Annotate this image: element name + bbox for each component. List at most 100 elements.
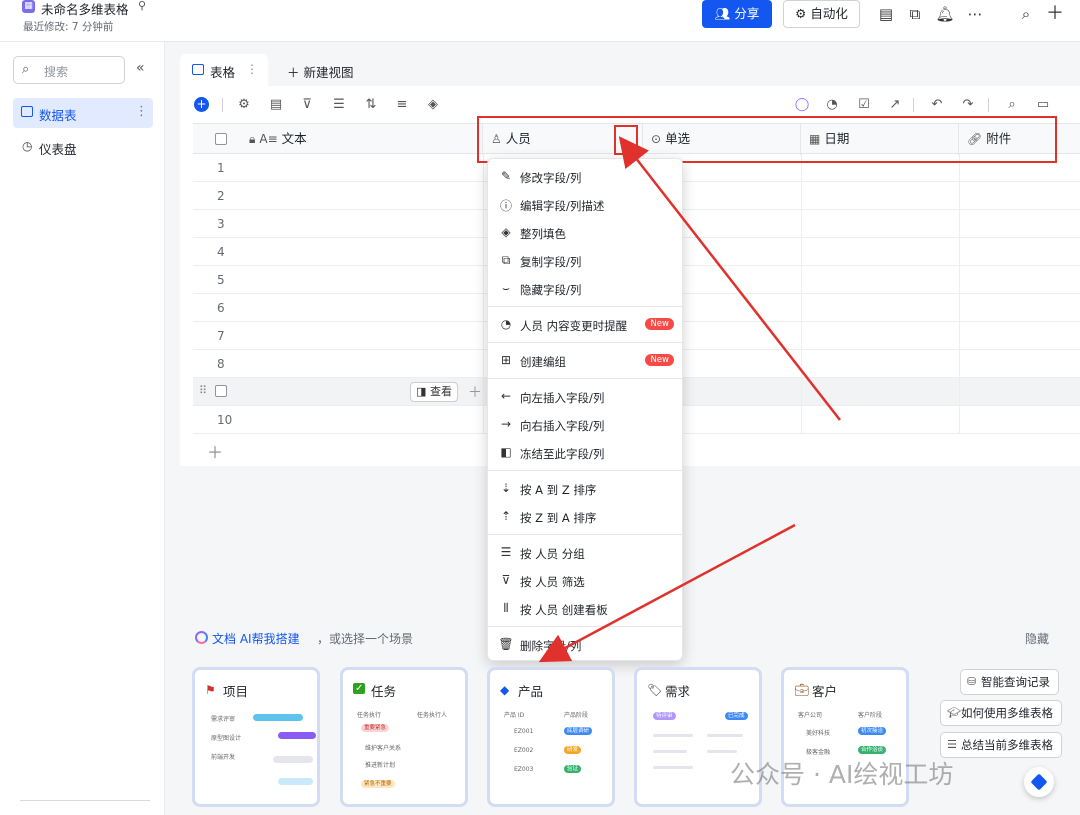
share-button[interactable]: 👥︎ 分享 [702,0,772,28]
divider [222,98,223,112]
new-view-button[interactable]: ＋ 新建视图 [287,62,354,81]
form-icon[interactable]: ☑ [855,96,873,114]
preview-text: 客户阶段 [858,712,883,719]
menu-item-hide-field[interactable]: ⌣ 隐藏字段/列 [488,275,684,303]
redo-icon[interactable]: ↷ [959,96,977,114]
automation-button[interactable]: ⚙︎ 自动化 [783,0,860,28]
project-preview: 需求评审 原型图设计 前端开发 [203,708,316,798]
sidebar-item-datasheet[interactable]: 数据表 ⋮ [13,98,153,128]
ai-logo-icon [195,631,208,644]
menu-item-fill-column[interactable]: ◈ 整列填色 [488,219,684,247]
ai-assistant-fab[interactable] [1024,767,1054,797]
kanban-icon: ⫴ [503,601,509,615]
menu-item-freeze[interactable]: ◧ 冻结至此字段/列 [488,439,684,467]
hide-scenarios-link[interactable]: 隐藏 [1025,630,1049,647]
reminder-icon: ◔ [500,317,512,331]
add-row-below-icon[interactable]: ＋ [468,382,482,402]
search-records-icon[interactable]: ⌕ [1003,96,1021,114]
menu-item-label: 隐藏字段/列 [520,283,582,297]
menu-item-sort-asc[interactable]: ⇣ 按 A 到 Z 排序 [488,475,684,503]
menu-item-change-reminder[interactable]: ◔ 人员 内容变更时提醒 New [488,311,684,339]
add-row-icon[interactable]: ＋ [207,439,223,463]
menu-item-delete-field[interactable]: 🗑︎ 删除字段/列 [488,631,684,659]
bell-icon[interactable]: 🔔︎ [935,4,955,24]
more-icon[interactable]: ⋯ [965,4,985,24]
fill-color-icon[interactable]: ◈ [424,96,442,114]
pin-icon[interactable]: ⚲ [138,0,146,12]
ai-icon[interactable]: ◯ [793,96,811,114]
select-all-checkbox[interactable] [215,133,227,145]
row-checkbox[interactable] [215,385,227,397]
menu-item-edit-field[interactable]: ✎ 修改字段/列 [488,163,684,191]
comment-icon[interactable]: ▭ [1034,96,1052,114]
sidebar-item-dashboard[interactable]: ◷ 仪表盘 [13,132,153,162]
preview-badge: 研发 [564,746,582,754]
scenario-card-product[interactable]: ◆ 产品 产品 ID 产品阶段 EZ001 EZ002 EZ003 底层调研 研… [487,667,615,807]
menu-item-filter-by[interactable]: ⊽ 按 人员 筛选 [488,567,684,595]
group-icon[interactable]: ☰ [330,96,348,114]
column-header-text[interactable]: 🔒︎ A≡ 文本 [243,124,483,155]
how-to-use-button[interactable]: 🎓︎ 如何使用多维表格 [940,700,1062,726]
sidebar: ⌕ 搜索 « 数据表 ⋮ ◷ 仪表盘 [0,42,165,815]
sidebar-search[interactable]: ⌕ 搜索 [13,56,125,84]
expand-record-button[interactable]: ◨ 查看 [410,382,458,402]
group-icon: ⊞ [500,353,512,367]
share-view-icon[interactable]: ↗ [886,96,904,114]
menu-item-label: 按 人员 创建看板 [520,603,608,617]
share-user-icon: 👥︎ [714,6,731,21]
ai-build-link[interactable]: 文档 AI帮我搭建 [212,630,300,647]
reminder-icon[interactable]: ◔ [823,96,841,114]
more-vertical-icon[interactable]: ⋮ [246,62,258,76]
menu-item-copy-field[interactable]: ⧉ 复制字段/列 [488,247,684,275]
search-input[interactable]: 搜索 [44,63,68,80]
menu-item-label: 修改字段/列 [520,171,582,185]
undo-icon[interactable]: ↶ [928,96,946,114]
preview-text: 原型图设计 [211,735,242,742]
hide-icon: ⌣ [502,281,510,295]
scenario-card-task[interactable]: ✓ 任务 任务执行 任务执行人 重要紧急 维护客户关系 推进新计划 紧急不重要 [340,667,468,807]
search-icon: ⌕ [22,62,30,77]
scenario-title: 需求 [665,684,691,699]
filter-icon[interactable]: ⊽ [298,96,316,114]
template-icon[interactable]: ▤ [876,4,896,24]
menu-item-insert-right[interactable]: → 向右插入字段/列 [488,411,684,439]
search-icon[interactable]: ⌕ [1016,4,1036,24]
collapse-sidebar-icon[interactable]: « [136,60,145,76]
new-badge: New [645,354,674,366]
summarize-button[interactable]: ☰ 总结当前多维表格 [940,732,1062,758]
preview-line [653,750,687,753]
automation-label: 自动化 [810,6,848,21]
arrow-right-icon: → [500,417,512,431]
doc-title[interactable]: 未命名多维表格 [41,0,129,18]
menu-item-edit-description[interactable]: ⓘ 编辑字段/列描述 [488,191,684,219]
fill-icon: ◈ [501,225,511,239]
menu-item-sort-desc[interactable]: ⇡ 按 Z 到 A 排序 [488,503,684,531]
flag-icon: ⚑ [205,683,216,697]
menu-item-create-kanban[interactable]: ⫴ 按 人员 创建看板 [488,595,684,623]
filter-icon: ⊽ [501,573,511,587]
preview-line [653,766,693,769]
row-height-icon[interactable]: ≡ [393,96,411,114]
menu-item-group-by[interactable]: ☰ 按 人员 分组 [488,539,684,567]
plugin-icon[interactable]: ⧉ [905,4,925,24]
tab-grid-view[interactable]: 表格 ⋮ [180,54,268,86]
add-record-icon[interactable]: + [194,97,209,112]
row-number: 2 [217,189,225,203]
more-vertical-icon[interactable]: ⋮ [135,104,148,119]
drag-handle-icon[interactable]: ⠿ [199,384,207,397]
menu-item-label: 删除字段/列 [520,639,582,653]
field-config-icon[interactable]: ▤ [267,96,285,114]
menu-item-label: 按 人员 筛选 [520,575,585,589]
settings-icon[interactable]: ⚙ [235,96,253,114]
smart-query-button[interactable]: ⛁ 智能查询记录 [960,669,1059,695]
divider [488,378,684,379]
group-by-icon: ☰ [500,545,512,559]
menu-item-insert-left[interactable]: ← 向左插入字段/列 [488,383,684,411]
menu-item-create-group[interactable]: ⊞ 创建编组 New [488,347,684,375]
add-icon[interactable]: ＋ [1045,4,1065,24]
preview-text: 美好科技 [806,730,831,737]
menu-item-label: 向右插入字段/列 [520,419,605,433]
scenario-card-project[interactable]: ⚑ 项目 需求评审 原型图设计 前端开发 [192,667,320,807]
sort-icon[interactable]: ⇅ [362,96,380,114]
scenario-title: 客户 [812,684,838,699]
